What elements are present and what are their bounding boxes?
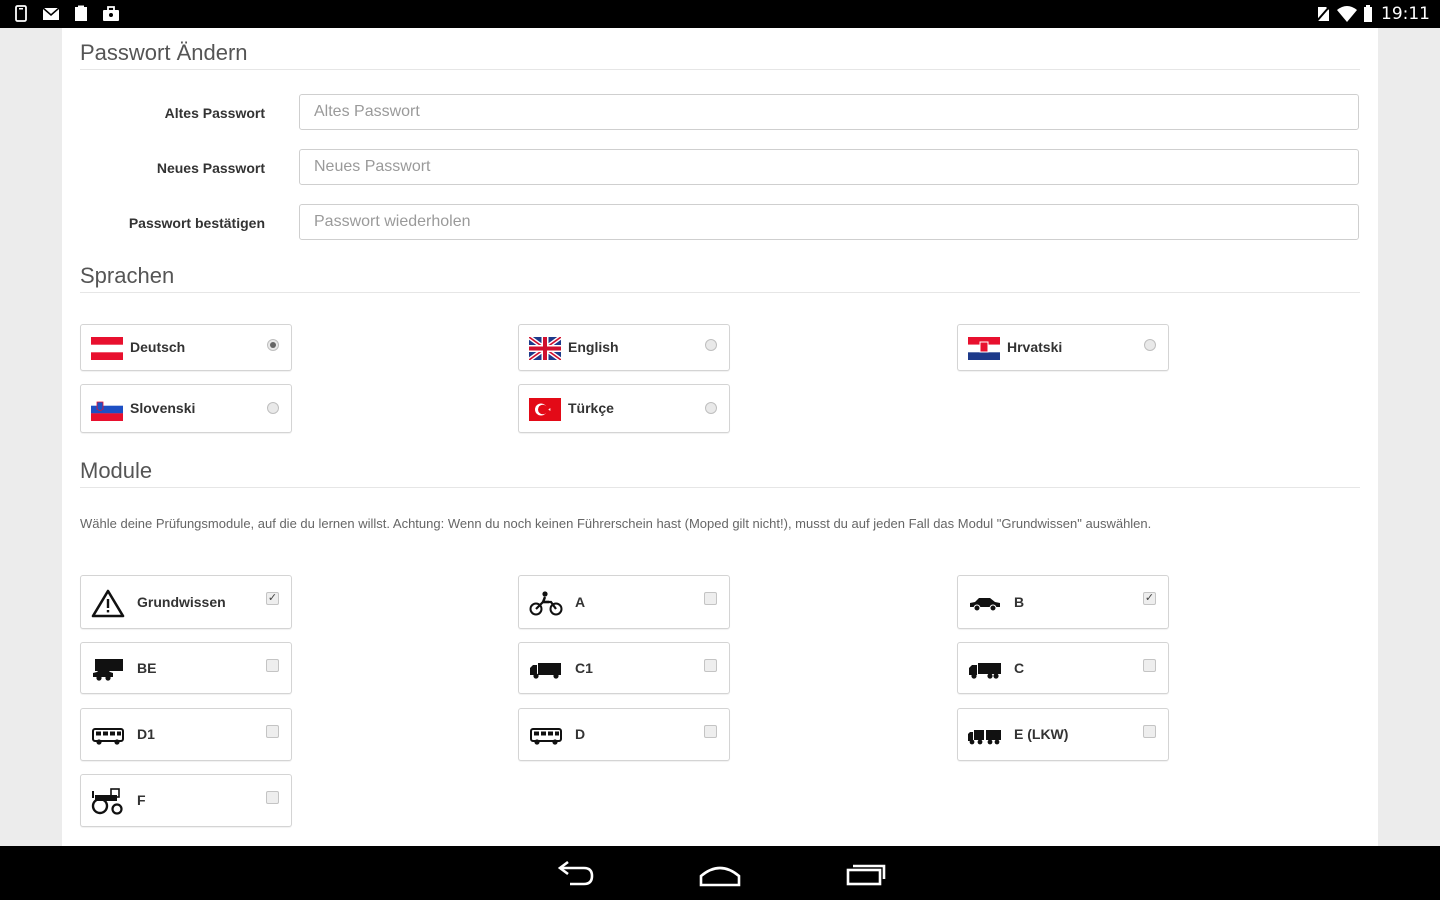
settings-panel: Passwort Ändern Altes Passwort Neues Pas… xyxy=(62,28,1378,846)
languages-section-title: Sprachen xyxy=(80,263,175,288)
clipboard-icon xyxy=(75,5,87,21)
module-checkbox[interactable] xyxy=(704,592,717,605)
section-divider xyxy=(80,292,1360,293)
notification-icons xyxy=(12,5,120,22)
module-option-grundwissen[interactable]: Grundwissen ✓ xyxy=(80,575,292,629)
slovenia-flag-icon xyxy=(91,398,123,421)
language-option-hrvatski[interactable]: Hrvatski xyxy=(957,324,1169,371)
car-trailer-icon xyxy=(93,659,123,681)
navigation-bar xyxy=(0,846,1440,900)
language-radio[interactable] xyxy=(1144,339,1156,351)
no-sim-icon xyxy=(1315,5,1331,23)
module-checkbox[interactable] xyxy=(266,791,279,804)
module-checkbox[interactable] xyxy=(1143,725,1156,738)
module-option-be[interactable]: BE xyxy=(80,642,292,694)
module-checkbox[interactable] xyxy=(704,659,717,672)
clock: 19:11 xyxy=(1381,4,1430,24)
module-option-d1[interactable]: D1 xyxy=(80,708,292,761)
module-label: Grundwissen xyxy=(137,594,226,610)
module-checkbox[interactable]: ✓ xyxy=(266,592,279,605)
system-icons: 19:11 xyxy=(1315,4,1430,24)
module-checkbox[interactable] xyxy=(266,725,279,738)
module-label: F xyxy=(137,792,146,808)
phone-icon xyxy=(15,5,27,22)
language-label: Deutsch xyxy=(130,339,186,355)
modules-section-title: Module xyxy=(80,458,153,483)
module-option-b[interactable]: B ✓ xyxy=(957,575,1169,629)
truck-trailer-icon xyxy=(968,730,1001,745)
status-bar: 19:11 xyxy=(0,0,1440,28)
confirm-password-input[interactable] xyxy=(299,204,1359,240)
uk-flag-icon xyxy=(529,337,561,360)
mail-icon xyxy=(42,7,60,20)
module-label: D1 xyxy=(137,726,155,742)
language-radio[interactable] xyxy=(705,402,717,414)
module-checkbox[interactable] xyxy=(704,725,717,738)
section-divider xyxy=(80,69,1360,70)
language-label: Slovenski xyxy=(130,400,196,416)
recent-apps-icon[interactable] xyxy=(844,858,888,890)
module-label: C xyxy=(1014,660,1025,676)
language-radio[interactable] xyxy=(267,339,279,351)
bag-icon xyxy=(103,6,119,21)
warning-triangle-icon xyxy=(91,589,125,618)
password-section-title: Passwort Ändern xyxy=(80,40,248,65)
module-label: D xyxy=(575,726,586,742)
wifi-icon xyxy=(1337,6,1357,22)
language-label: Türkçe xyxy=(568,400,614,416)
motorcycle-icon xyxy=(529,591,563,616)
language-option-english[interactable]: English xyxy=(518,324,730,371)
module-checkbox[interactable] xyxy=(1143,659,1156,672)
light-truck-icon xyxy=(530,663,561,679)
section-divider xyxy=(80,487,1360,488)
turkey-flag-icon xyxy=(529,398,561,421)
home-icon[interactable] xyxy=(698,858,742,890)
language-radio[interactable] xyxy=(267,402,279,414)
module-label: B xyxy=(1014,594,1025,610)
confirm-password-label: Passwort bestätigen xyxy=(128,215,265,231)
old-password-label: Altes Passwort xyxy=(164,105,265,121)
bus-icon xyxy=(530,728,562,745)
module-label: C1 xyxy=(575,660,593,676)
old-password-input[interactable] xyxy=(299,94,1359,130)
module-option-c1[interactable]: C1 xyxy=(518,642,730,694)
language-option-slovenski[interactable]: Slovenski xyxy=(80,384,292,433)
module-label: E (LKW) xyxy=(1014,726,1069,742)
module-option-a[interactable]: A xyxy=(518,575,730,629)
language-option-deutsch[interactable]: Deutsch xyxy=(80,324,292,371)
modules-hint-text: Wähle deine Prüfungsmodule, auf die du l… xyxy=(80,516,1152,531)
module-label: A xyxy=(575,594,586,610)
language-radio[interactable] xyxy=(705,339,717,351)
module-label: BE xyxy=(137,660,157,676)
language-label: Hrvatski xyxy=(1007,339,1063,355)
module-checkbox[interactable] xyxy=(266,659,279,672)
module-option-e-lkw[interactable]: E (LKW) xyxy=(957,708,1169,761)
tractor-icon xyxy=(91,788,123,815)
language-label: English xyxy=(568,339,619,355)
module-checkbox[interactable]: ✓ xyxy=(1143,592,1156,605)
back-icon[interactable] xyxy=(554,858,598,890)
module-option-c[interactable]: C xyxy=(957,642,1169,694)
croatia-flag-icon xyxy=(968,337,1000,360)
austria-flag-icon xyxy=(91,337,123,360)
language-option-turkce[interactable]: Türkçe xyxy=(518,384,730,433)
module-option-d[interactable]: D xyxy=(518,708,730,761)
minibus-icon xyxy=(92,728,124,745)
car-icon xyxy=(970,598,1000,612)
battery-icon xyxy=(1364,5,1372,22)
module-option-f[interactable]: F xyxy=(80,774,292,827)
new-password-label: Neues Passwort xyxy=(156,160,265,176)
new-password-input[interactable] xyxy=(299,149,1359,185)
truck-icon xyxy=(969,663,1001,679)
